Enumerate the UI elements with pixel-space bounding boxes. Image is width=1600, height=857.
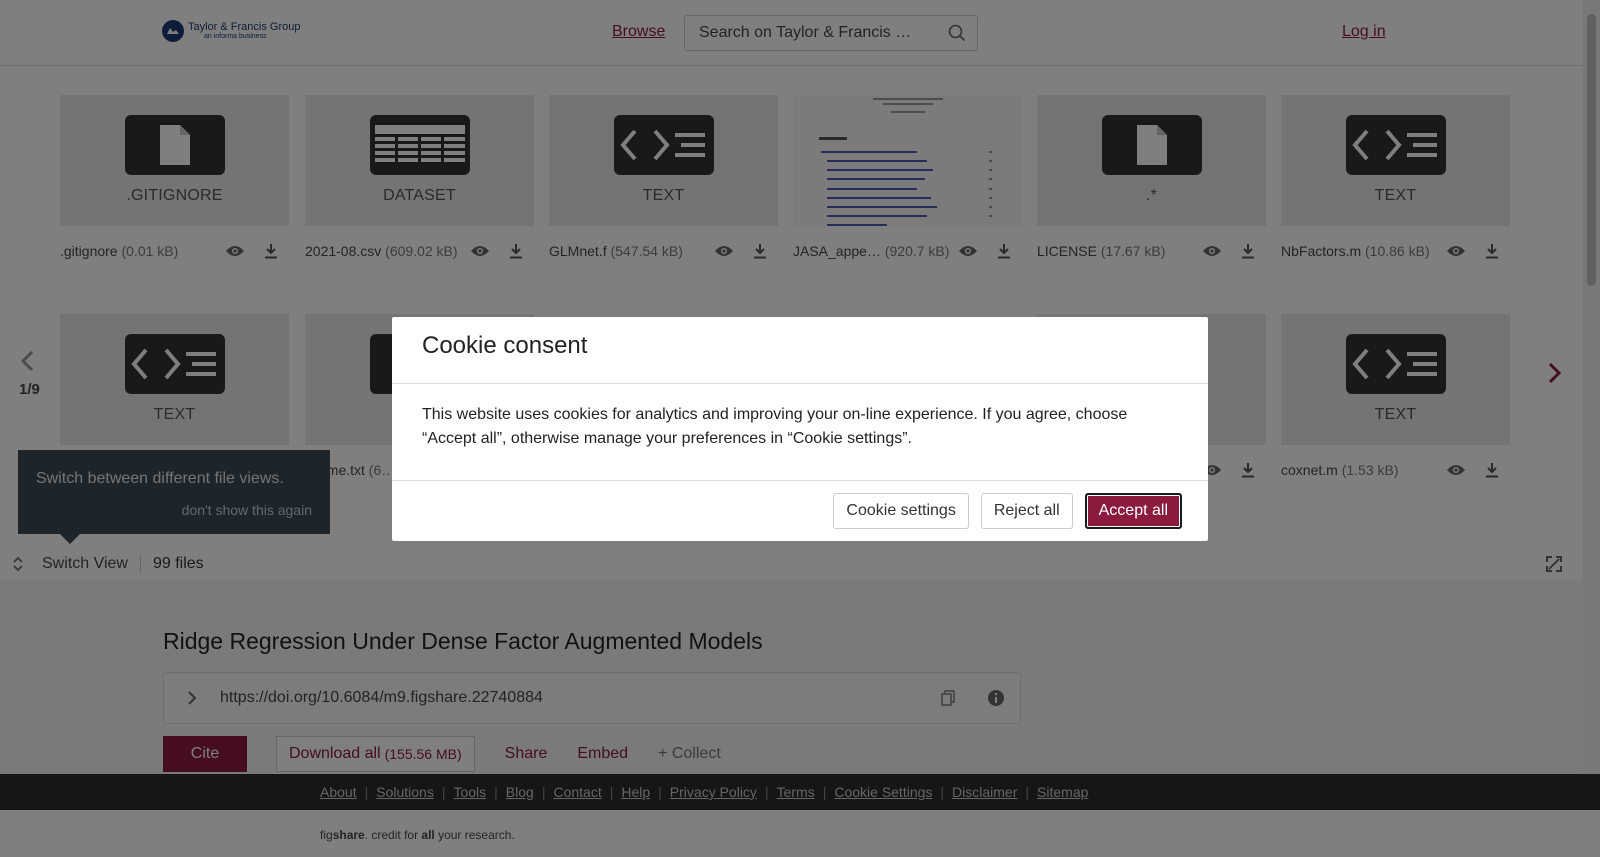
reject-all-button[interactable]: Reject all xyxy=(980,493,1073,529)
divider xyxy=(392,383,1208,384)
accept-all-button[interactable]: Accept all xyxy=(1084,493,1182,529)
divider xyxy=(392,480,1208,481)
cookie-settings-button[interactable]: Cookie settings xyxy=(833,493,969,529)
cookie-consent-dialog: Cookie consent This website uses cookies… xyxy=(392,317,1208,541)
cookie-dialog-title: Cookie consent xyxy=(422,332,588,359)
cookie-dialog-body: This website uses cookies for analytics … xyxy=(422,406,1128,447)
